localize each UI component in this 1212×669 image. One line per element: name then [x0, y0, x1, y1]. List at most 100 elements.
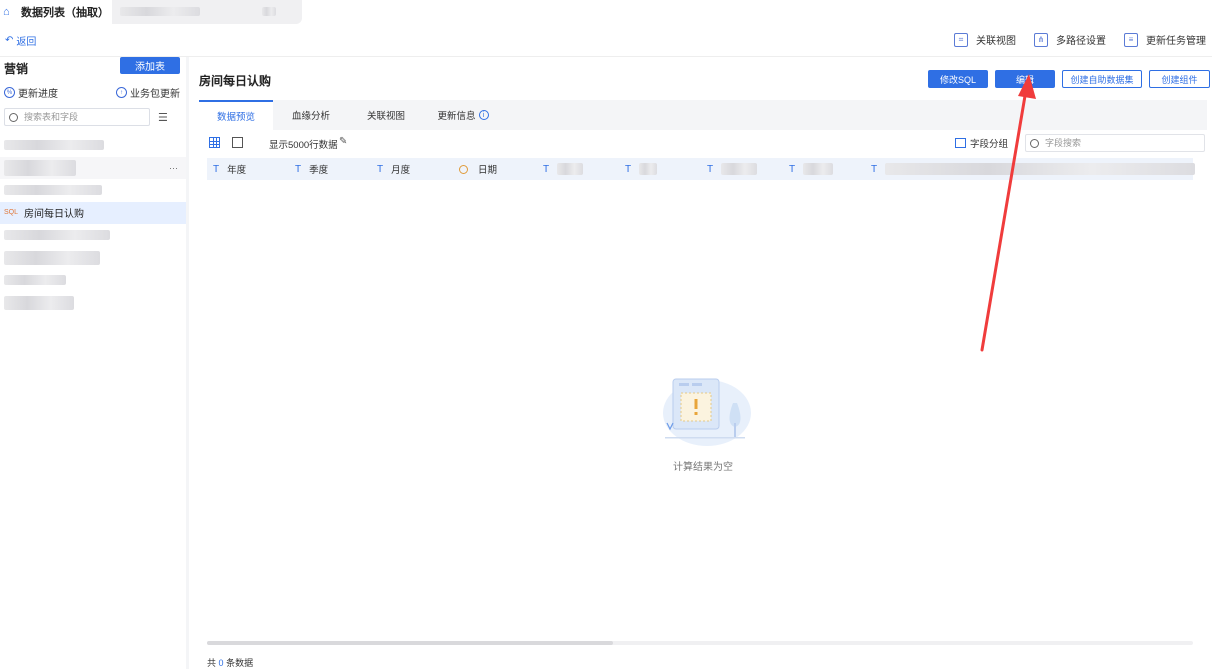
sidebar-heading: 营销 [4, 62, 29, 76]
tab-bar: 数据预览 血缘分析 关联视图 更新信息 i [199, 100, 1207, 130]
field-group-button[interactable]: 字段分组 [955, 136, 1008, 150]
redacted-text [4, 185, 102, 196]
list-item[interactable]: ··· [0, 156, 186, 179]
field-search-box[interactable] [1025, 134, 1205, 152]
progress-icon: % [4, 87, 15, 98]
grid-view-icon[interactable] [209, 137, 220, 148]
text-type-icon: T [295, 163, 302, 175]
horizontal-scrollbar[interactable] [207, 641, 1193, 645]
table-search-input[interactable] [24, 112, 144, 122]
redacted-text [4, 140, 104, 151]
redacted-text [4, 250, 100, 265]
create-component-button[interactable]: 创建组件 [1149, 70, 1210, 88]
package-update-link[interactable]: ↑ 业务包更新 [116, 85, 180, 100]
redacted-text [557, 163, 584, 175]
text-type-icon: T [377, 163, 384, 175]
relation-view-label: 关联视图 [976, 36, 1016, 47]
column-label: 日期 [478, 165, 498, 176]
home-icon[interactable]: ⌂ [3, 6, 15, 18]
sql-table-icon: SQL [4, 209, 19, 217]
redacted-text [885, 163, 1196, 175]
search-icon [1030, 138, 1039, 148]
table-tree: ··· SQL 房间每日认购 [0, 134, 186, 314]
sub-toolbar: ↶ 返回 ⌗ 关联视图 ⋔ 多路径设置 ≡ 更新任务管理 [0, 24, 1212, 57]
column-label: 月度 [391, 165, 411, 176]
pencil-icon[interactable]: ✎ [339, 136, 347, 147]
text-type-icon: T [707, 163, 714, 175]
empty-state-text: 计算结果为空 [673, 462, 733, 473]
column-header[interactable]: T 月度 [377, 158, 410, 180]
scrollbar-thumb[interactable] [207, 641, 613, 645]
search-icon [9, 112, 18, 122]
row-limit-text: 显示5000行数据 [269, 140, 338, 151]
column-header[interactable]: T [871, 158, 1196, 180]
redacted-text [639, 163, 658, 175]
top-bar: ⌂ 数据列表（抽取） ⌄ [0, 0, 1212, 24]
text-type-icon: T [871, 163, 878, 175]
column-header[interactable]: 日期 [459, 158, 497, 180]
redacted-text [4, 159, 76, 176]
task-manage-icon: ≡ [1124, 32, 1138, 47]
card-view-icon[interactable] [232, 137, 243, 148]
redacted-text [721, 163, 758, 175]
tab-relation-view[interactable]: 关联视图 [349, 100, 423, 130]
column-header[interactable]: T 年度 [213, 158, 246, 180]
field-search-input[interactable] [1045, 138, 1195, 148]
table-search-box[interactable] [4, 108, 150, 126]
view-toolbar: 显示5000行数据 ✎ 字段分组 [199, 133, 1207, 155]
tab-update-info[interactable]: 更新信息 i [423, 100, 503, 130]
main-panel: 房间每日认购 修改SQL 编辑 创建自助数据集 创建组件 数据预览 血缘分析 关… [189, 57, 1212, 669]
update-progress-label: 更新进度 [18, 89, 58, 100]
row-count-prefix: 共 [207, 658, 217, 668]
multi-path-button[interactable]: ⋔ 多路径设置 [1034, 32, 1106, 47]
empty-state-illustration [663, 378, 751, 446]
column-header[interactable]: T [789, 158, 834, 180]
row-count-number: 0 [218, 658, 224, 668]
sidebar: 营销 添加表 % 更新进度 ↑ 业务包更新 ☰ ··· SQL 房间每日认购 [0, 57, 186, 669]
info-icon[interactable]: i [478, 110, 489, 120]
redacted-text [4, 275, 66, 286]
redacted-text [803, 163, 834, 175]
table-name: 房间每日认购 [24, 209, 84, 221]
column-header[interactable]: T 季度 [295, 158, 328, 180]
column-header[interactable]: T [625, 158, 658, 180]
redacted-text [4, 295, 74, 310]
task-manage-label: 更新任务管理 [1146, 36, 1206, 47]
column-header[interactable]: T [707, 158, 758, 180]
task-manage-button[interactable]: ≡ 更新任务管理 [1124, 32, 1206, 47]
text-type-icon: T [789, 163, 796, 175]
more-icon[interactable]: ··· [169, 163, 178, 173]
redacted-text [4, 230, 110, 241]
text-type-icon: T [543, 163, 550, 175]
add-table-button[interactable]: 添加表 [120, 57, 180, 74]
relation-view-button[interactable]: ⌗ 关联视图 [954, 32, 1016, 47]
row-count-suffix: 条数据 [226, 658, 254, 668]
redacted-text [262, 7, 276, 16]
list-item[interactable] [0, 179, 186, 202]
clock-icon [459, 164, 468, 174]
back-link[interactable]: ↶ 返回 [5, 33, 36, 48]
upload-icon: ↑ [116, 87, 127, 98]
list-item[interactable] [0, 134, 186, 157]
filter-settings-icon[interactable]: ☰ [158, 112, 172, 124]
tab-lineage[interactable]: 血缘分析 [273, 100, 349, 130]
multi-path-label: 多路径设置 [1056, 36, 1106, 47]
column-header[interactable]: T [543, 158, 584, 180]
list-item[interactable] [0, 292, 186, 315]
list-item[interactable] [0, 224, 186, 247]
create-dataset-button[interactable]: 创建自助数据集 [1062, 70, 1142, 88]
package-update-label: 业务包更新 [130, 89, 180, 100]
tab-data-preview[interactable]: 数据预览 [199, 100, 273, 130]
window-title: 数据列表（抽取） [21, 7, 109, 19]
field-group-label: 字段分组 [970, 139, 1009, 150]
edit-button[interactable]: 编辑 [995, 70, 1055, 88]
update-progress-link[interactable]: % 更新进度 [4, 85, 58, 100]
column-label: 季度 [309, 165, 329, 176]
blurred-tab[interactable] [112, 0, 302, 24]
column-label: 年度 [227, 165, 247, 176]
list-item-active[interactable]: SQL 房间每日认购 [0, 201, 186, 224]
table-header-row: T 年度 T 季度 T 月度 日期 T T T T T [207, 158, 1196, 180]
list-item[interactable] [0, 247, 186, 270]
edit-sql-button[interactable]: 修改SQL [928, 70, 988, 88]
list-item[interactable] [0, 269, 186, 292]
